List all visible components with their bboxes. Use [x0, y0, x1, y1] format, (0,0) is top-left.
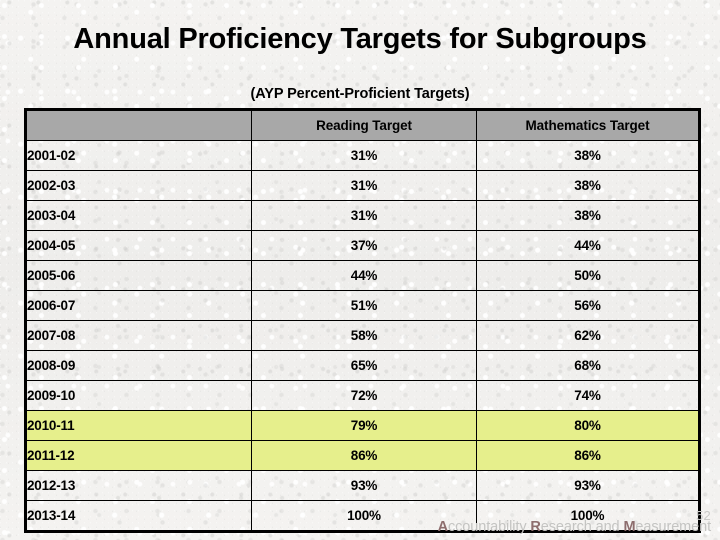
- cell-mathematics-target: 62%: [476, 320, 700, 351]
- cell-mathematics-target: 56%: [476, 290, 700, 321]
- cell-school-year: 2011-12: [25, 440, 252, 471]
- cell-reading-target: 72%: [251, 380, 477, 411]
- cell-reading-target: 93%: [251, 470, 477, 501]
- targets-table-container: Reading Target Mathematics Target 2001-0…: [24, 108, 701, 533]
- table-row: 2010-11 79% 80%: [25, 410, 700, 441]
- cell-reading-target: 37%: [251, 230, 477, 261]
- table-row: 2002-03 31% 38%: [25, 170, 700, 201]
- cell-school-year: 2007-08: [25, 320, 252, 351]
- cell-mathematics-target: 93%: [476, 470, 700, 501]
- page-title: Annual Proficiency Targets for Subgroups: [73, 23, 647, 55]
- cell-school-year: 2010-11: [25, 410, 252, 441]
- cell-school-year: 2005-06: [25, 260, 252, 291]
- cell-mathematics-target: 38%: [476, 200, 700, 231]
- cell-school-year: 2003-04: [25, 200, 252, 231]
- cell-mathematics-target: 38%: [476, 170, 700, 201]
- cell-mathematics-target: 68%: [476, 350, 700, 381]
- cell-mathematics-target: 74%: [476, 380, 700, 411]
- table-row: 2008-09 65% 68%: [25, 350, 700, 381]
- table-row: 2011-12 86% 86%: [25, 440, 700, 471]
- column-header-reading-target: Reading Target: [251, 109, 477, 141]
- table-row: 2009-10 72% 74%: [25, 380, 700, 411]
- table-row: 2004-05 37% 44%: [25, 230, 700, 261]
- cell-reading-target: 31%: [251, 140, 477, 171]
- table-row: 2012-13 93% 93%: [25, 470, 700, 501]
- cell-school-year: 2008-09: [25, 350, 252, 381]
- cell-mathematics-target: 44%: [476, 230, 700, 261]
- table-body: 2001-02 31% 38% 2002-03 31% 38% 2003-04 31% 38% 2…: [25, 140, 700, 532]
- cell-school-year: 2009-10: [25, 380, 252, 411]
- slide-canvas: Annual Proficiency Targets for Subgroups…: [0, 0, 720, 540]
- cell-mathematics-target: 38%: [476, 140, 700, 171]
- table-row: 2006-07 51% 56%: [25, 290, 700, 321]
- table-header: Reading Target Mathematics Target: [25, 109, 700, 141]
- footer-credit-text: ccountability: [448, 519, 531, 535]
- cell-reading-target: 65%: [251, 350, 477, 381]
- table-row: 2001-02 31% 38%: [25, 140, 700, 171]
- table-header-row: Reading Target Mathematics Target: [25, 109, 700, 141]
- footer-credit-text: esearch and: [540, 519, 624, 535]
- cell-school-year: 2012-13: [25, 470, 252, 501]
- cell-school-year: 2004-05: [25, 230, 252, 261]
- page-subtitle: (AYP Percent-Proficient Targets): [250, 86, 470, 102]
- cell-school-year: 2002-03: [25, 170, 252, 201]
- footer-credit-initial: R: [530, 519, 541, 535]
- column-header-mathematics-target: Mathematics Target: [476, 109, 700, 141]
- proficiency-targets-table: Reading Target Mathematics Target 2001-0…: [24, 108, 701, 533]
- cell-reading-target: 79%: [251, 410, 477, 441]
- cell-mathematics-target: 80%: [476, 410, 700, 441]
- column-header-year: [25, 109, 252, 141]
- cell-reading-target: 86%: [251, 440, 477, 471]
- cell-mathematics-target: 50%: [476, 260, 700, 291]
- table-row: 2005-06 44% 50%: [25, 260, 700, 291]
- footer-credit-text: easurement: [635, 519, 711, 535]
- cell-reading-target: 51%: [251, 290, 477, 321]
- cell-mathematics-target: 86%: [476, 440, 700, 471]
- footer-credit: Accountability Research and Measurement: [0, 519, 711, 535]
- cell-school-year: 2001-02: [25, 140, 252, 171]
- cell-reading-target: 31%: [251, 200, 477, 231]
- cell-reading-target: 44%: [251, 260, 477, 291]
- cell-school-year: 2006-07: [25, 290, 252, 321]
- cell-reading-target: 58%: [251, 320, 477, 351]
- table-row: 2003-04 31% 38%: [25, 200, 700, 231]
- footer-credit-initial: A: [437, 519, 448, 535]
- cell-reading-target: 31%: [251, 170, 477, 201]
- table-row: 2007-08 58% 62%: [25, 320, 700, 351]
- footer-credit-initial: M: [623, 519, 636, 535]
